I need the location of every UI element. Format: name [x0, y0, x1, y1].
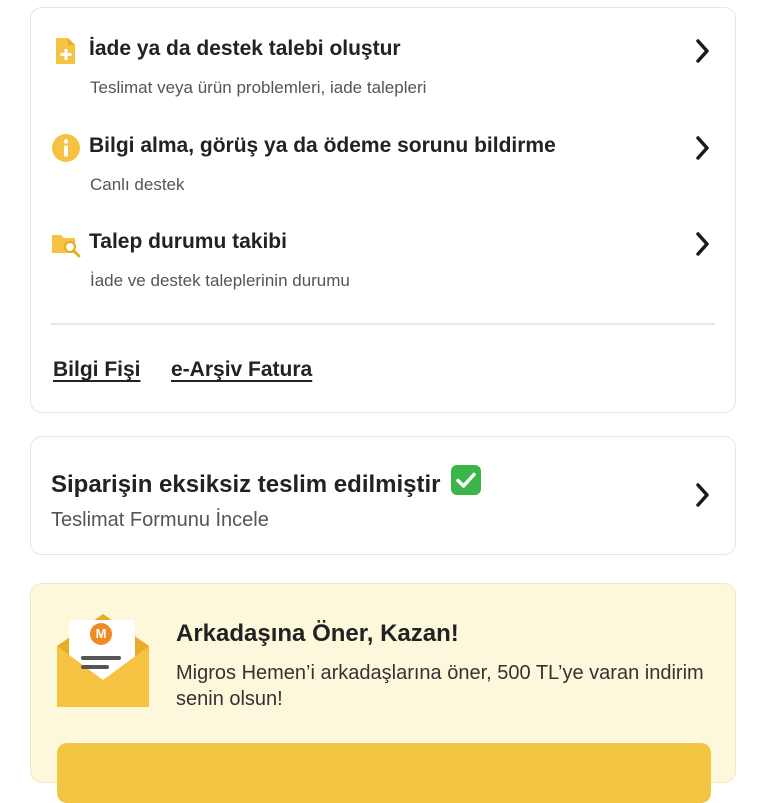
divider — [51, 323, 715, 325]
folder-search-icon — [51, 229, 81, 259]
envelope-icon: M — [57, 614, 149, 709]
delivery-form-link: Teslimat Formunu İncele — [51, 509, 269, 531]
delivery-status-title: Siparişin eksiksiz teslim edilmiştir — [51, 465, 482, 499]
envelope-badge: M — [95, 626, 107, 641]
referral-promo-card: M Arkadaşına Öner, Kazan! Migros Hemen’i… — [30, 583, 736, 803]
referral-cta-button[interactable] — [57, 743, 711, 803]
document-plus-icon — [51, 36, 81, 66]
support-row-subtitle: Canlı destek — [90, 175, 185, 194]
support-row-return-request[interactable]: İade ya da destek talebi oluştur Teslima… — [31, 36, 735, 116]
e-archive-invoice-link[interactable]: e-Arşiv Fatura — [171, 358, 312, 382]
support-row-subtitle: Teslimat veya ürün problemleri, iade tal… — [90, 78, 427, 97]
support-row-title: Talep durumu takibi — [89, 230, 287, 253]
support-row-title: Bilgi alma, görüş ya da ödeme sorunu bil… — [89, 134, 556, 157]
support-row-live-support[interactable]: Bilgi alma, görüş ya da ödeme sorunu bil… — [31, 133, 735, 213]
chevron-right-icon — [693, 37, 713, 65]
support-row-subtitle: İade ve destek taleplerinin durumu — [90, 271, 350, 290]
support-card: İade ya da destek talebi oluştur Teslima… — [30, 7, 736, 413]
receipt-link[interactable]: Bilgi Fişi — [53, 358, 141, 382]
delivery-status-title-text: Siparişin eksiksiz teslim edilmiştir — [51, 471, 441, 498]
chevron-right-icon — [693, 134, 713, 162]
check-mark-icon — [451, 465, 482, 495]
support-row-request-tracking[interactable]: Talep durumu takibi İade ve destek talep… — [31, 229, 735, 309]
support-row-title: İade ya da destek talebi oluştur — [89, 37, 401, 60]
referral-title: Arkadaşına Öner, Kazan! — [176, 620, 459, 647]
info-icon — [51, 133, 81, 163]
delivery-status-card[interactable]: Siparişin eksiksiz teslim edilmiştir Tes… — [30, 436, 736, 555]
chevron-right-icon — [693, 481, 713, 509]
referral-description: Migros Hemen’i arkadaşlarına öner, 500 T… — [176, 662, 704, 710]
chevron-right-icon — [693, 230, 713, 258]
